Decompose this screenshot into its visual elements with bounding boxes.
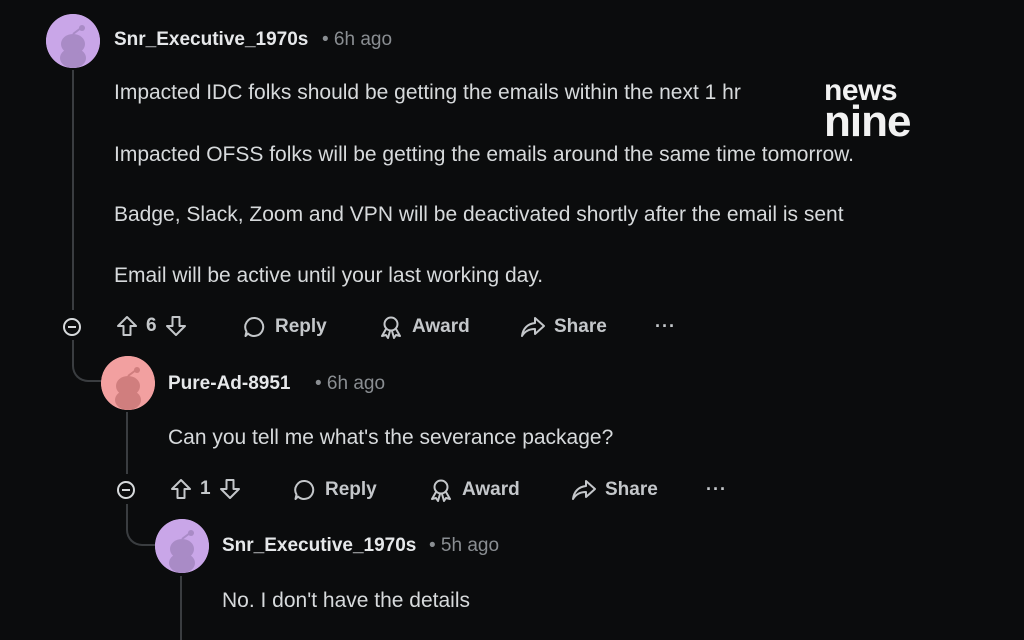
reply-label: Reply [325,479,377,500]
collapse-thread-button[interactable] [63,318,81,336]
award-icon [431,479,451,502]
vote-count: 1 [200,478,211,499]
thread-line-2 [126,412,128,474]
comment-username[interactable]: Snr_Executive_1970s [222,535,416,557]
comment-text-line: No. I don't have the details [222,589,471,612]
snoo-avatar-icon [155,519,209,573]
thread-line-3 [180,576,182,640]
downvote-icon[interactable] [219,478,241,500]
share-label: Share [554,316,607,337]
more-options-button[interactable]: ··· [706,479,727,500]
comment-text-line: Impacted IDC folks should be getting the… [114,81,741,104]
collapse-thread-button[interactable] [117,481,135,499]
award-label: Award [412,316,470,337]
comment-text-line: Badge, Slack, Zoom and VPN will be deact… [114,203,844,226]
comment-timestamp[interactable]: • 6h ago [322,29,392,51]
comment-bubble-icon [244,317,265,337]
vote-count: 6 [146,315,157,336]
news-nine-watermark: news nine [824,76,911,146]
downvote-icon[interactable] [165,315,187,337]
comment-timestamp[interactable]: • 5h ago [429,535,499,557]
award-icon [381,316,401,339]
share-icon [521,317,545,337]
reply-button[interactable]: Reply [243,315,327,339]
comment-username[interactable]: Snr_Executive_1970s [114,29,308,51]
upvote-icon[interactable] [170,478,192,500]
watermark-bottom-text: nine [824,97,911,146]
snoo-avatar-icon [46,14,100,68]
comment-timestamp[interactable]: • 6h ago [315,373,385,395]
share-label: Share [605,479,658,500]
award-label: Award [462,479,520,500]
thread-line-1 [72,70,74,310]
comment-text-line: Impacted OFSS folks will be getting the … [114,143,854,166]
reply-label: Reply [275,316,327,337]
more-options-button[interactable]: ··· [655,316,676,337]
avatar[interactable] [46,14,100,68]
share-icon [572,480,596,500]
share-button[interactable]: Share [571,478,658,502]
comment-bubble-icon [294,480,315,500]
comment-username[interactable]: Pure-Ad-8951 [168,373,291,395]
comment-text-line: Can you tell me what's the severance pac… [168,426,614,449]
reply-button[interactable]: Reply [293,478,377,502]
award-button[interactable]: Award [378,315,470,339]
share-button[interactable]: Share [520,315,607,339]
upvote-icon[interactable] [116,315,138,337]
award-button[interactable]: Award [428,478,520,502]
thread-elbow-2 [126,504,158,546]
vote-controls: 6 [116,315,187,337]
snoo-avatar-icon [101,356,155,410]
avatar[interactable] [155,519,209,573]
avatar[interactable] [101,356,155,410]
vote-controls: 1 [170,478,241,500]
comment-text-line: Email will be active until your last wor… [114,264,544,287]
